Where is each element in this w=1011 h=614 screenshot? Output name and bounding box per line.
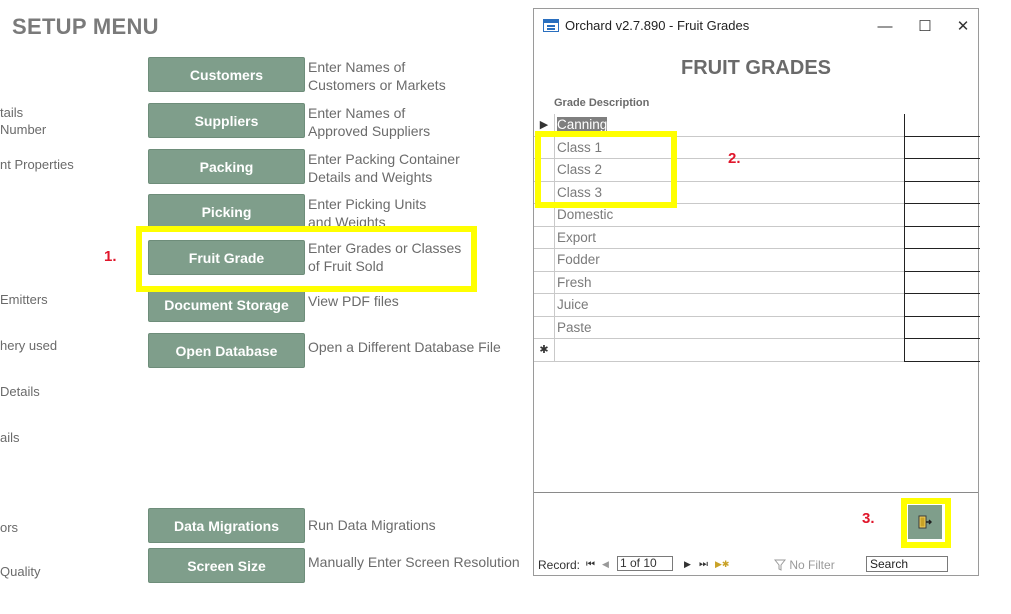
window-title: Orchard v2.7.890 - Fruit Grades xyxy=(565,18,750,33)
form-heading: FRUIT GRADES xyxy=(681,57,831,79)
first-record-button[interactable]: ⏮ xyxy=(586,559,595,570)
left-label-details-3: ails xyxy=(0,430,20,445)
left-label-details-2: Details xyxy=(0,384,40,399)
customers-button[interactable]: Customers xyxy=(148,57,305,92)
left-label-properties: nt Properties xyxy=(0,157,74,172)
empty-cell[interactable] xyxy=(904,204,980,227)
previous-record-button[interactable]: ◀ xyxy=(602,559,609,570)
filter-icon xyxy=(773,559,787,571)
empty-cell[interactable] xyxy=(904,159,980,182)
grade-cell[interactable]: Fodder xyxy=(554,249,904,272)
left-label-number: Number xyxy=(0,122,47,137)
new-record-button[interactable]: ▶✱ xyxy=(715,559,729,570)
record-selector[interactable] xyxy=(534,272,554,294)
form-footer-divider xyxy=(534,492,978,493)
grade-cell[interactable]: Paste xyxy=(554,316,904,339)
open-database-description: Open a Different Database File xyxy=(308,339,501,355)
table-row[interactable]: Juice xyxy=(534,294,980,317)
left-label-quality: Quality xyxy=(0,564,41,579)
no-filter-label: No Filter xyxy=(789,558,835,572)
step-1-marker: 1. xyxy=(104,248,117,265)
new-record-row[interactable]: ✱ xyxy=(534,339,980,362)
left-label-details: tails xyxy=(0,105,24,120)
highlight-class-grades xyxy=(535,131,677,208)
last-record-button[interactable]: ⏭ xyxy=(699,559,708,570)
packing-button[interactable]: Packing xyxy=(148,149,305,184)
left-label-emitters: Emitters xyxy=(0,292,48,307)
fruit-grades-window: Orchard v2.7.890 - Fruit Grades — ☐ ✕ FR… xyxy=(533,8,980,576)
current-record-field[interactable]: 1 of 10 xyxy=(617,556,673,571)
screen-size-description: Manually Enter Screen Resolution xyxy=(308,554,520,570)
grade-cell[interactable]: Fresh xyxy=(554,271,904,294)
record-label: Record: xyxy=(538,558,581,572)
record-navigation-bar: Record: ⏮ ◀ 1 of 10 ▶ ⏭ ▶✱ No Filter Sea… xyxy=(534,555,978,575)
step-2-marker: 2. xyxy=(728,150,741,167)
data-migrations-description: Run Data Migrations xyxy=(308,517,436,533)
table-row[interactable]: Paste xyxy=(534,316,980,339)
grade-cell[interactable] xyxy=(554,339,904,362)
minimize-button[interactable]: — xyxy=(870,13,900,39)
close-button[interactable]: ✕ xyxy=(948,13,978,39)
grade-cell[interactable]: Export xyxy=(554,226,904,249)
record-selector[interactable] xyxy=(534,249,554,272)
empty-cell[interactable] xyxy=(904,136,980,159)
document-storage-description: View PDF files xyxy=(308,293,399,309)
screen-size-button[interactable]: Screen Size xyxy=(148,548,305,583)
grade-text: Canning xyxy=(557,117,608,132)
empty-cell[interactable] xyxy=(904,316,980,339)
empty-cell[interactable] xyxy=(904,181,980,204)
picking-button[interactable]: Picking xyxy=(148,194,305,229)
form-icon xyxy=(543,19,559,32)
table-row[interactable]: Fresh xyxy=(534,271,980,294)
record-selector[interactable] xyxy=(534,294,554,317)
table-row[interactable]: Export xyxy=(534,226,980,249)
empty-cell[interactable] xyxy=(904,114,980,137)
new-record-icon[interactable]: ✱ xyxy=(534,339,554,362)
left-label-machinery: hery used xyxy=(0,338,58,353)
grade-cell[interactable]: Juice xyxy=(554,294,904,317)
table-row[interactable]: Fodder xyxy=(534,249,980,272)
customers-description: Enter Names of Customers or Markets xyxy=(308,59,446,93)
open-database-button[interactable]: Open Database xyxy=(148,333,305,368)
column-header-grade-description: Grade Description xyxy=(554,97,650,109)
empty-cell[interactable] xyxy=(904,271,980,294)
document-storage-button[interactable]: Document Storage xyxy=(148,287,305,322)
packing-description: Enter Packing Container Details and Weig… xyxy=(308,151,460,185)
empty-cell[interactable] xyxy=(904,294,980,317)
step-3-marker: 3. xyxy=(862,510,875,527)
highlight-fruit-grade xyxy=(136,226,477,292)
no-filter-button[interactable]: No Filter xyxy=(773,558,835,572)
suppliers-button[interactable]: Suppliers xyxy=(148,103,305,138)
empty-cell[interactable] xyxy=(904,249,980,272)
record-selector[interactable] xyxy=(534,317,554,339)
suppliers-description: Enter Names of Approved Suppliers xyxy=(308,105,431,139)
data-migrations-button[interactable]: Data Migrations xyxy=(148,508,305,543)
empty-cell[interactable] xyxy=(904,226,980,249)
highlight-exit-button xyxy=(901,498,951,548)
empty-cell[interactable] xyxy=(904,339,980,362)
setup-menu-title: SETUP MENU xyxy=(12,14,159,39)
left-label-ors: ors xyxy=(0,520,19,535)
search-input[interactable]: Search xyxy=(866,556,948,572)
title-bar[interactable]: Orchard v2.7.890 - Fruit Grades — ☐ ✕ xyxy=(534,9,978,43)
record-selector[interactable] xyxy=(534,227,554,249)
maximize-button[interactable]: ☐ xyxy=(910,13,940,39)
next-record-button[interactable]: ▶ xyxy=(684,559,691,570)
